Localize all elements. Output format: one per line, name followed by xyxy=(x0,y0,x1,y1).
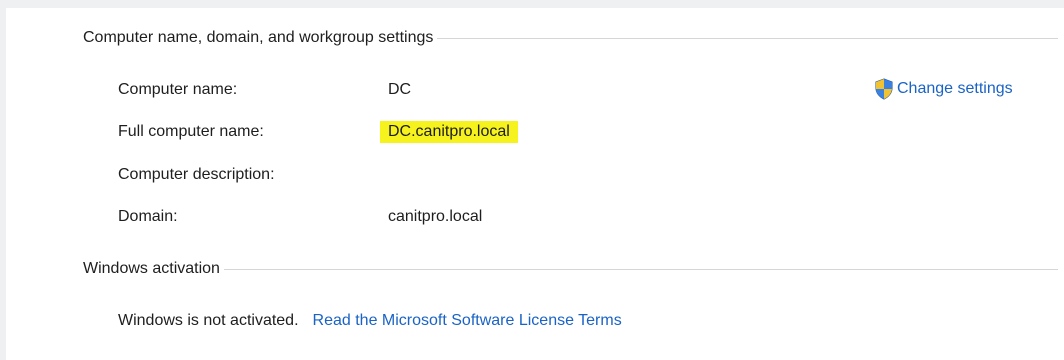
windows-activation-heading: Windows activation xyxy=(83,258,1058,280)
change-settings-label: Change settings xyxy=(897,80,1013,97)
full-computer-name-value: DC.canitpro.local xyxy=(380,121,518,143)
full-computer-name-label: Full computer name: xyxy=(118,123,264,140)
domain-row: Domain: canitpro.local xyxy=(118,204,482,230)
license-terms-link[interactable]: Read the Microsoft Software License Term… xyxy=(313,312,622,330)
computer-description-row: Computer description: xyxy=(118,162,388,188)
computer-description-label: Computer description: xyxy=(118,166,275,183)
activation-status-row: Windows is not activated. Read the Micro… xyxy=(118,312,622,330)
change-settings-link[interactable]: Change settings xyxy=(874,78,1013,100)
full-computer-name-row: Full computer name: DC.canitpro.local xyxy=(118,119,518,145)
computer-name-row: Computer name: DC xyxy=(118,77,411,103)
windows-activation-heading-text: Windows activation xyxy=(83,260,220,277)
computer-name-value: DC xyxy=(388,81,412,98)
domain-value: canitpro.local xyxy=(388,208,483,225)
section-divider xyxy=(437,37,1058,39)
computer-name-label: Computer name: xyxy=(118,81,238,98)
computer-settings-heading: Computer name, domain, and workgroup set… xyxy=(83,27,1058,49)
section-divider xyxy=(223,268,1058,270)
activation-status-text: Windows is not activated. xyxy=(118,312,299,329)
uac-shield-icon xyxy=(874,78,894,100)
computer-settings-heading-text: Computer name, domain, and workgroup set… xyxy=(83,29,434,46)
domain-label: Domain: xyxy=(118,208,178,225)
